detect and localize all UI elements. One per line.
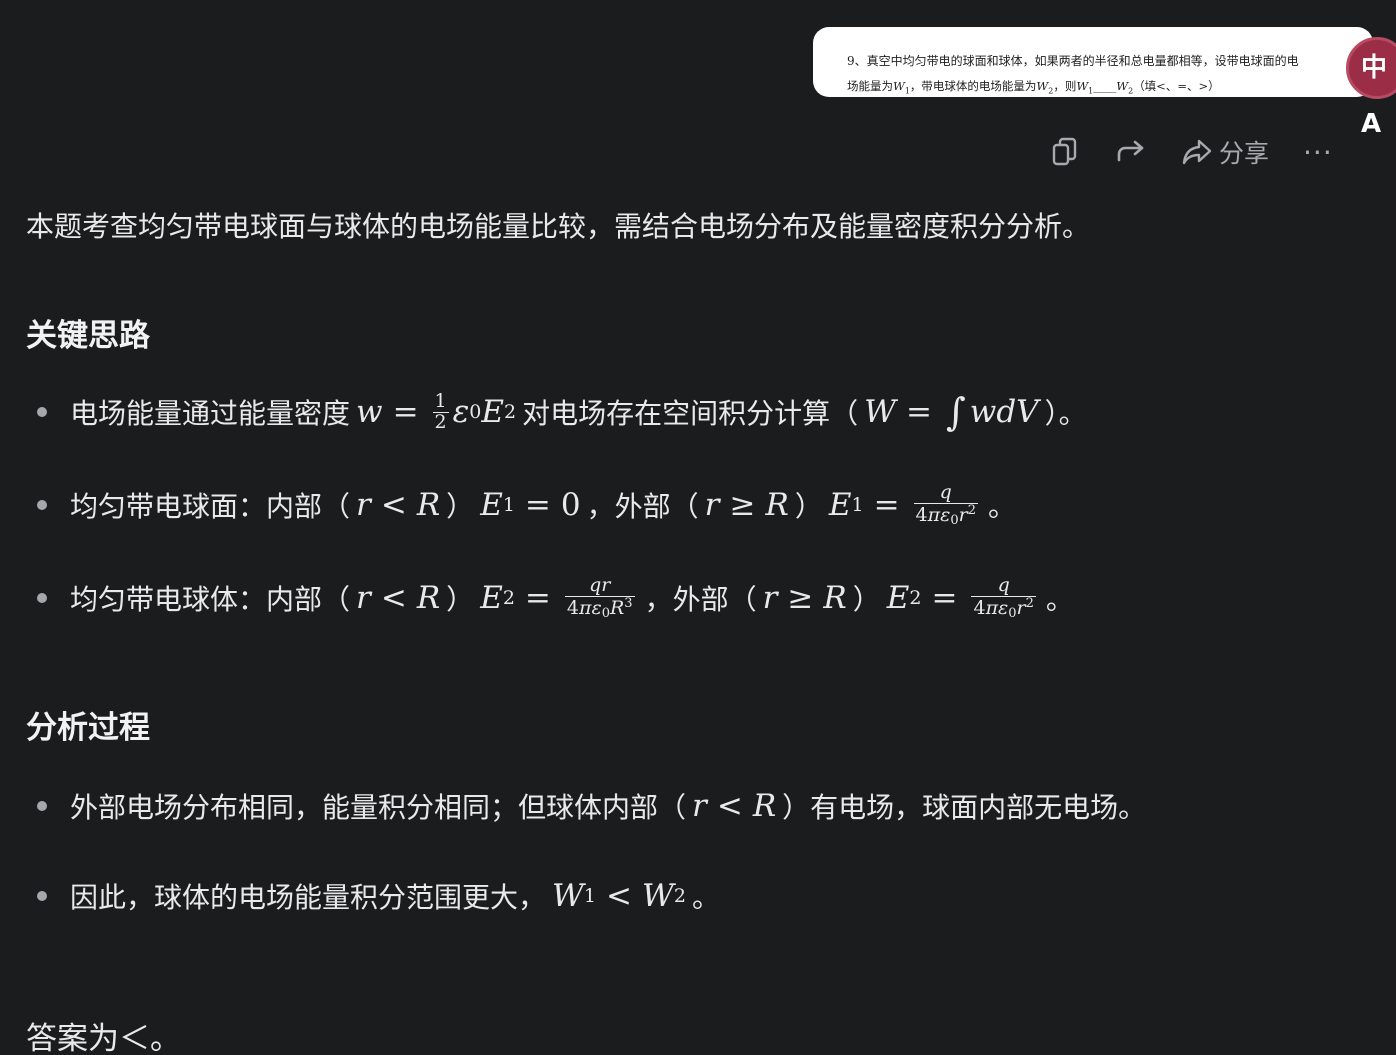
list-item: 外部电场分布相同，能量积分相同；但球体内部（ r < R ）有电场，球面内部无电场。 [36, 788, 1147, 824]
section-heading-key-ideas: 关键思路 [26, 318, 150, 354]
shell-inner-field-formula: E 1 = 0 [480, 487, 581, 524]
redo-button[interactable] [1116, 140, 1146, 164]
message-actions-toolbar: 分享 ··· [1040, 132, 1333, 172]
copy-icon [1052, 137, 1077, 166]
sphere-inner-field-formula: E 2 = qr 4πε0R3 [480, 574, 635, 621]
question-text-line-1: 9、真空中均匀带电的球面和球体，如果两者的半径和总电量都相等，设带电球面的电 [847, 54, 1299, 68]
redo-icon [1117, 140, 1144, 162]
sphere-outer-field-formula: E 2 = q 4πε0r2 [886, 574, 1036, 621]
final-answer: 答案为＜。 [26, 1021, 181, 1055]
energy-density-formula: w = 1 2 ε 0 E 2 [356, 389, 517, 433]
list-item: 均匀带电球面：内部（ r < R ） E 1 = 0 ，外部（ r ≥ R ） E 1 = q 4πε… [37, 481, 1016, 528]
share-label: 分享 [1219, 139, 1270, 168]
list-item: 均匀带电球体：内部（ r < R ） E 2 = qr 4πε0R3 ，外部（ r ≥ R ） … [37, 574, 1074, 621]
question-image[interactable]: 9、真空中均匀带电的球面和球体，如果两者的半径和总电量都相等，设带电球面的电 场… [813, 27, 1373, 97]
list-item: 电场能量通过能量密度 w = 1 2 ε 0 E 2 对电场存在空间积分计算（ W = ∫ wdV … [37, 389, 1087, 434]
question-text-line-2: 场能量为W1，带电球体的电场能量为W2，则W1____W2（填<、=、>） [847, 79, 1220, 96]
share-icon [1182, 139, 1212, 165]
energy-integral-formula: W = ∫ wdV [864, 390, 1039, 434]
list-item: 因此，球体的电场能量积分范围更大， W 1 < W 2 。 [37, 878, 720, 914]
energy-comparison-formula: W 1 < W 2 [552, 878, 686, 914]
answer-intro: 本题考查均匀带电球面与球体的电场能量比较，需结合电场分布及能量密度积分分析。 [26, 210, 1091, 243]
share-button[interactable]: 分享 [1182, 134, 1269, 170]
copy-button[interactable] [1052, 137, 1078, 167]
more-options-button[interactable]: ··· [1303, 136, 1333, 169]
chat-answer-view: 9、真空中均匀带电的球面和球体，如果两者的半径和总电量都相等，设带电球面的电 场… [0, 0, 1396, 1055]
shell-outer-field-formula: E 1 = q 4πε0r2 [828, 481, 978, 528]
section-heading-analysis: 分析过程 [26, 710, 150, 746]
